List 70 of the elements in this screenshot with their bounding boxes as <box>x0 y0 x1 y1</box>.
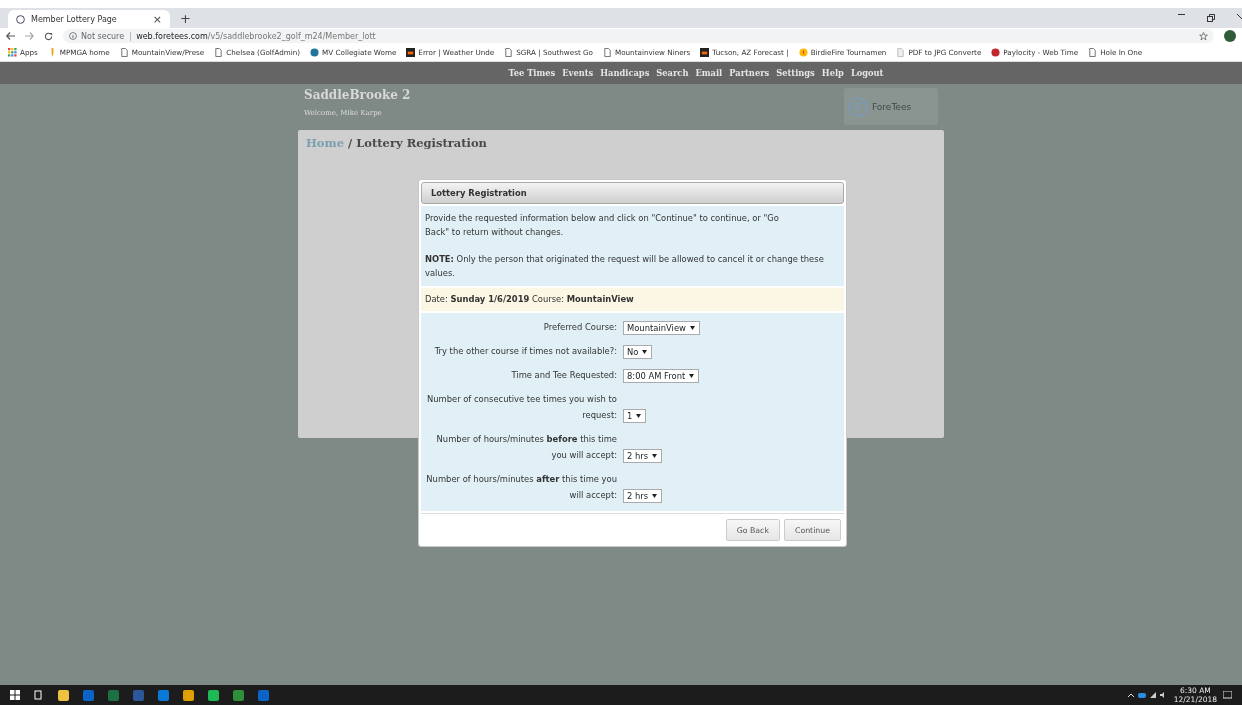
new-tab-button[interactable]: + <box>180 10 191 26</box>
nav-link[interactable]: Logout <box>850 68 884 78</box>
caret-icon <box>689 326 695 330</box>
field-label: Number of hours/minutes before this time you will accept: <box>435 433 617 462</box>
tab-title: Member Lottery Page <box>31 14 118 24</box>
field-label: Preferred Course: <box>542 321 617 334</box>
star-icon[interactable] <box>1199 31 1208 41</box>
site-title: SaddleBrooke 2 <box>304 88 411 102</box>
page-title: Lottery Registration <box>356 136 487 150</box>
profile-avatar[interactable] <box>1224 30 1236 42</box>
nav-link[interactable]: Handicaps <box>600 68 650 78</box>
dropdown[interactable]: 2 hrs <box>623 489 663 503</box>
dropdown[interactable]: 1 <box>623 409 647 423</box>
field-label: Time and Tee Requested: <box>510 369 617 382</box>
nav-link[interactable]: Search <box>656 68 689 78</box>
app-icon[interactable] <box>208 689 219 701</box>
logo-icon <box>16 14 25 24</box>
restore-icon[interactable] <box>1207 14 1215 22</box>
url-host: web.foretees.com <box>130 31 208 41</box>
caret-icon <box>689 374 695 378</box>
square-logo-icon <box>700 48 710 57</box>
info-icon <box>69 32 77 40</box>
page-icon <box>214 48 224 57</box>
address-bar[interactable]: Not secure web.foretees.com/v5/saddlebrooke2_golf_m24/Member_lott <box>63 29 1214 43</box>
app-icon[interactable] <box>233 689 244 701</box>
windows-icon[interactable] <box>10 690 20 700</box>
page-icon <box>1088 48 1098 57</box>
nav-link[interactable]: Help <box>821 68 844 78</box>
nav-link[interactable]: Events <box>562 68 594 78</box>
reload-icon[interactable] <box>44 31 53 41</box>
minimize-icon[interactable] <box>1178 14 1185 16</box>
page-icon <box>504 48 514 57</box>
intro-text: Provide the requested information below and click on "Continue" to continue, or "Go Back" to return without changes. <box>425 212 780 239</box>
caret-icon <box>652 494 658 498</box>
ball-icon <box>991 48 1001 57</box>
dropdown[interactable]: MountainView <box>623 321 700 335</box>
caret-icon <box>642 350 648 354</box>
browser-tab[interactable]: Member Lottery Page × <box>8 10 170 28</box>
close-tab-button[interactable]: × <box>152 13 162 25</box>
date-course-text: Date: Sunday 1/6/2019 Course: MountainView <box>421 288 844 311</box>
document-icon <box>896 48 906 57</box>
nav-link[interactable]: Settings <box>776 68 815 78</box>
caret-icon <box>652 454 658 458</box>
app-icon[interactable] <box>58 689 69 701</box>
nav-link[interactable]: Partners <box>729 68 770 78</box>
page-icon <box>602 48 612 57</box>
nav-link[interactable]: Tee Times <box>508 68 556 78</box>
logo-text: ForeTees <box>872 101 912 112</box>
grid-icon <box>8 48 17 57</box>
dropdown[interactable]: No <box>623 345 653 359</box>
square-logo-icon <box>406 48 416 57</box>
note-text: NOTE: Only the person that originated the request will be allowed to cancel it or change these values. <box>425 253 825 280</box>
dropdown[interactable]: 2 hrs <box>623 449 663 463</box>
circle-logo-icon <box>310 48 320 57</box>
logo-icon <box>848 96 868 117</box>
field-label: Try the other course if times not available?: <box>433 345 617 358</box>
caret-icon <box>636 414 642 418</box>
security-label: Not secure <box>81 31 125 41</box>
back-icon[interactable] <box>6 32 15 40</box>
dropdown[interactable]: 8:00 AM Front <box>623 369 700 383</box>
dialog-title: Lottery Registration <box>421 182 844 204</box>
nav-link[interactable]: Email <box>695 68 723 78</box>
field-label: Number of consecutive tee times you wish to request: <box>425 393 617 422</box>
field-label: Number of hours/minutes after this time you will accept: <box>425 473 617 502</box>
url-path: /v5/saddlebrooke2_golf_m24/Member_lott <box>207 31 376 41</box>
notification-icon[interactable] <box>1223 690 1232 700</box>
breadcrumb-separator: / <box>348 136 353 150</box>
task-view-icon[interactable] <box>34 690 44 700</box>
page-icon <box>119 48 129 57</box>
app-icon[interactable] <box>183 689 194 701</box>
